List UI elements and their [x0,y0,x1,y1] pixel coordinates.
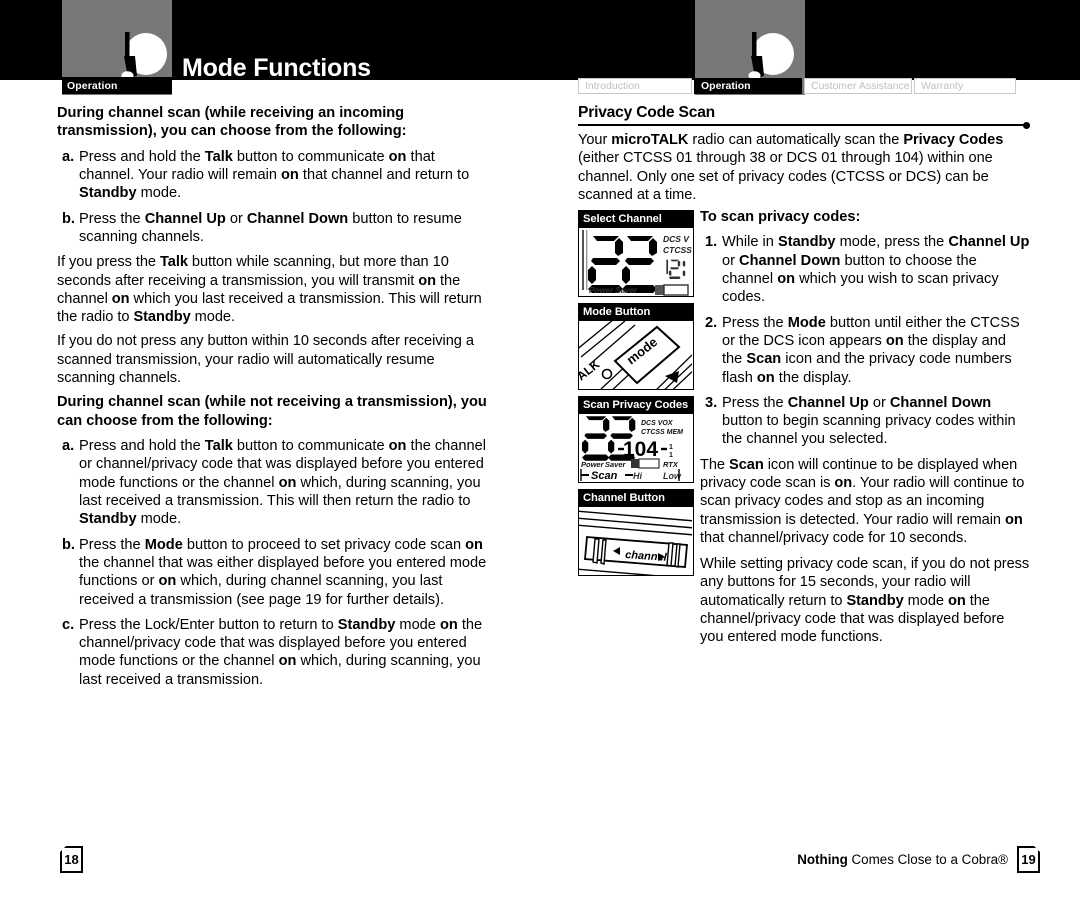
list-marker: 3. [705,394,718,411]
page-number-badge-left: 18 [59,845,83,873]
list-marker: b. [62,536,75,553]
list-marker: 1. [705,234,718,251]
svg-text:104: 104 [623,438,658,461]
right-after-paragraph-2: While setting privacy code scan, if you … [700,556,1030,646]
list-text: While in Standby mode, press the Channel… [722,234,1030,306]
list-marker: a. [62,148,75,165]
right-after-paragraph-1: The Scan icon will continue to be displa… [700,456,1025,546]
svg-text:Power Saver: Power Saver [589,286,638,295]
left-page-content: During channel scan (while receiving an … [57,104,491,696]
list-text: Press the Lock/Enter button to return to… [79,616,483,688]
section-label-operation: Operation [62,77,172,94]
footer-tagline-bold: Nothing [797,852,848,867]
list-text: Press the Channel Up or Channel Down but… [79,210,462,245]
section-rule-end-dot [1023,121,1030,129]
right-step-1: 1. While in Standby mode, press the Chan… [700,233,1030,306]
right-intro-paragraph: Your microTALK radio can automatically s… [578,132,1004,203]
svg-text:CTCSS: CTCSS [663,245,692,255]
figure-channel-button: Channel Button channel [578,489,694,576]
figure-mode-button: Mode Button mode ALK [578,303,694,390]
svg-text:Saver: Saver [605,460,627,469]
figure-scan-privacy-codes: Scan Privacy Codes 104 DCS VOX CTCSS MEM… [578,396,694,483]
svg-text:Hi: Hi [633,471,642,481]
left-paragraph-1: If you press the Talk button while scann… [57,254,482,326]
right-trailing-block: While setting privacy code scan, if you … [700,555,1030,653]
right-step-3: 3. Press the Channel Up or Channel Down … [700,394,1030,449]
svg-text:Power: Power [581,460,605,469]
figure-select-channel: Select Channel DCS V CTCSS Power Saver [578,210,694,297]
list-text: Press the Channel Up or Channel Down but… [722,394,1016,448]
left-list-item-b2: b. Press the Mode button to proceed to s… [57,536,491,609]
figure-column: Select Channel DCS V CTCSS Power Saver M… [578,210,694,582]
tab-warranty[interactable]: Warranty [914,78,1016,94]
tab-customer-assistance[interactable]: Customer Assistance [804,78,912,94]
section-rule [578,123,1030,126]
left-heading-2: During channel scan (while not receiving… [57,393,491,430]
list-marker: c. [62,616,75,633]
footer-left: 18 [59,845,83,873]
mode-button-icon: mode ALK [579,321,693,389]
page-corner-fold [59,845,67,853]
svg-text:1: 1 [669,444,673,451]
list-text: Press and hold the Talk button to commun… [79,438,486,528]
page-number-badge-right: 19 [1017,845,1041,873]
left-paragraph-2: If you do not press any button within 10… [57,333,474,387]
svg-text:DCS VOX: DCS VOX [641,420,674,427]
tab-introduction[interactable]: Introduction [578,78,692,94]
right-steps-block: To scan privacy codes: 1. While in Stand… [700,208,1030,553]
right-subheading: To scan privacy codes: [700,209,861,225]
figure-caption: Select Channel [579,211,693,228]
footer-right: Nothing Comes Close to a Cobra® 19 [797,845,1041,873]
left-heading-2-text: During channel scan (while not receiving… [57,394,487,429]
svg-text:RTX: RTX [663,460,679,469]
footer-tagline-rest: Comes Close to a Cobra® [847,852,1009,867]
footer-tagline: Nothing Comes Close to a Cobra® [797,852,1008,867]
right-step-2: 2. Press the Mode button until either th… [700,314,1030,387]
svg-text:CTCSS MEM: CTCSS MEM [641,429,683,436]
left-list-item-a2: a. Press and hold the Talk button to com… [57,437,491,529]
left-heading-1: During channel scan (while receiving an … [57,104,491,141]
list-marker: a. [62,438,75,454]
svg-text:1: 1 [669,452,673,459]
left-heading-1-text: During channel scan (while receiving an … [57,105,407,140]
page-title: Mode Functions [182,54,371,82]
figure-caption: Mode Button [579,304,693,321]
left-list-item-c2: c. Press the Lock/Enter button to return… [57,616,491,689]
nav-tabstrip[interactable]: Introduction Operation Customer Assistan… [578,78,1018,94]
list-marker: b. [62,210,75,227]
list-text: Press the Mode button to proceed to set … [79,536,487,608]
channel-button-icon: channel [579,507,693,575]
list-text: Press the Mode button until either the C… [722,314,1020,386]
tab-operation[interactable]: Operation [694,78,802,94]
list-text: Press and hold the Talk button to commun… [79,148,470,202]
lcd-display-scan-icon: 104 DCS VOX CTCSS MEM 1 1 Power Saver RT… [579,414,693,482]
figure-caption: Channel Button [579,490,693,507]
right-page-content: Privacy Code Scan Your microTALK radio c… [578,104,1030,210]
left-list-item-b1: b. Press the Channel Up or Channel Down … [57,210,491,247]
left-list-item-a1: a. Press and hold the Talk button to com… [57,148,491,203]
svg-text:Scan: Scan [591,470,618,482]
page-corner-fold [1033,845,1041,853]
section-title-row: Privacy Code Scan [578,104,1030,129]
list-marker: 2. [705,314,718,331]
svg-text:DCS V: DCS V [663,234,690,244]
figure-caption: Scan Privacy Codes [579,397,693,414]
lcd-display-icon: DCS V CTCSS Power Saver [579,228,693,296]
